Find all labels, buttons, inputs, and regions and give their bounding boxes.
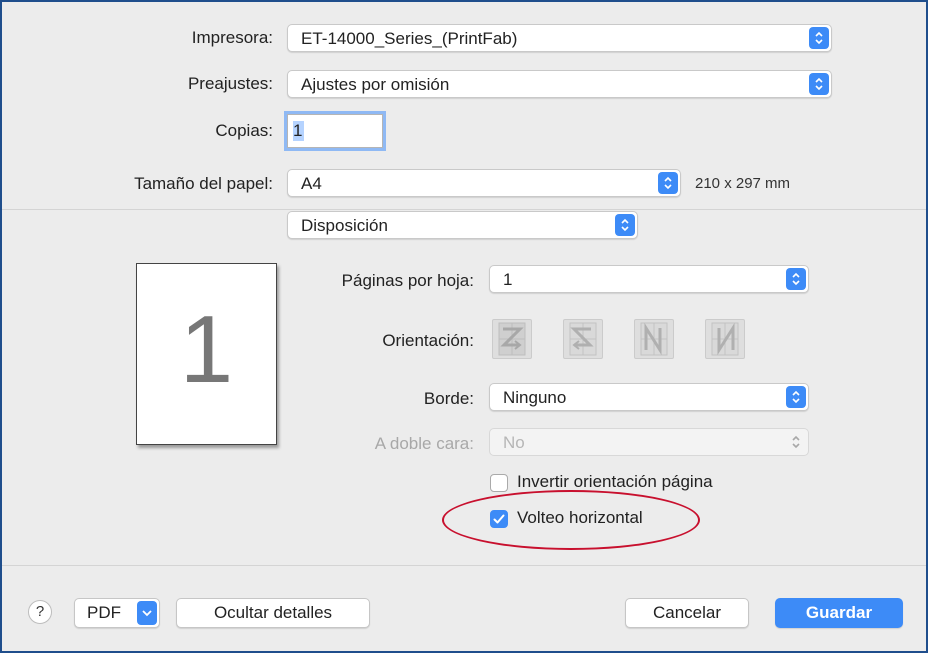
pdf-label: PDF [87,603,121,622]
help-button[interactable]: ? [28,600,52,624]
two-sided-select[interactable]: No [489,428,809,456]
print-dialog: Impresora: ET-14000_Series_(PrintFab) Pr… [0,0,928,653]
divider [2,209,926,210]
reverse-n-order-icon[interactable] [705,319,745,359]
save-button[interactable]: Guardar [775,598,903,628]
copies-value: 1 [293,121,305,141]
chevron-updown-icon [658,172,678,194]
chevron-down-icon [137,601,157,625]
divider [2,565,926,566]
presets-value: Ajustes por omisión [301,75,450,94]
page-preview: 1 [136,263,277,445]
z-order-icon[interactable] [492,319,532,359]
annotation-ellipse [442,490,700,550]
reverse-orientation-checkbox[interactable] [490,474,508,492]
pages-per-sheet-select[interactable]: 1 [489,265,809,293]
border-select[interactable]: Ninguno [489,383,809,411]
printer-value: ET-14000_Series_(PrintFab) [301,29,518,48]
paper-size-value: A4 [301,174,322,193]
chevron-updown-icon [786,386,806,408]
border-label: Borde: [423,389,474,408]
paper-size-select[interactable]: A4 [287,169,681,197]
section-value: Disposición [301,216,388,235]
reverse-z-order-icon[interactable] [563,319,603,359]
n-order-icon[interactable] [634,319,674,359]
preview-page-number: 1 [179,296,234,403]
reverse-orientation-label: Invertir orientación página [517,472,713,491]
orientation-label: Orientación: [382,331,474,350]
chevron-updown-icon [809,27,829,49]
presets-label: Preajustes: [187,74,273,93]
chevron-updown-icon [786,431,806,453]
pdf-menu-button[interactable]: PDF [74,598,160,628]
pages-per-sheet-value: 1 [503,270,513,289]
printer-select[interactable]: ET-14000_Series_(PrintFab) [287,24,832,52]
paper-size-label: Tamaño del papel: [134,174,273,193]
pages-per-sheet-label: Páginas por hoja: [341,271,474,290]
copies-label: Copias: [215,121,273,140]
hide-details-button[interactable]: Ocultar detalles [176,598,370,628]
copies-field[interactable]: 1 [287,114,383,148]
chevron-updown-icon [809,73,829,95]
section-select[interactable]: Disposición [287,211,638,239]
chevron-updown-icon [786,268,806,290]
two-sided-label: A doble cara: [374,434,474,453]
chevron-updown-icon [615,214,635,236]
cancel-button[interactable]: Cancelar [625,598,749,628]
paper-dimensions: 210 x 297 mm [695,175,791,192]
two-sided-value: No [503,433,525,452]
border-value: Ninguno [503,388,567,407]
presets-select[interactable]: Ajustes por omisión [287,70,832,98]
printer-label: Impresora: [191,28,273,47]
